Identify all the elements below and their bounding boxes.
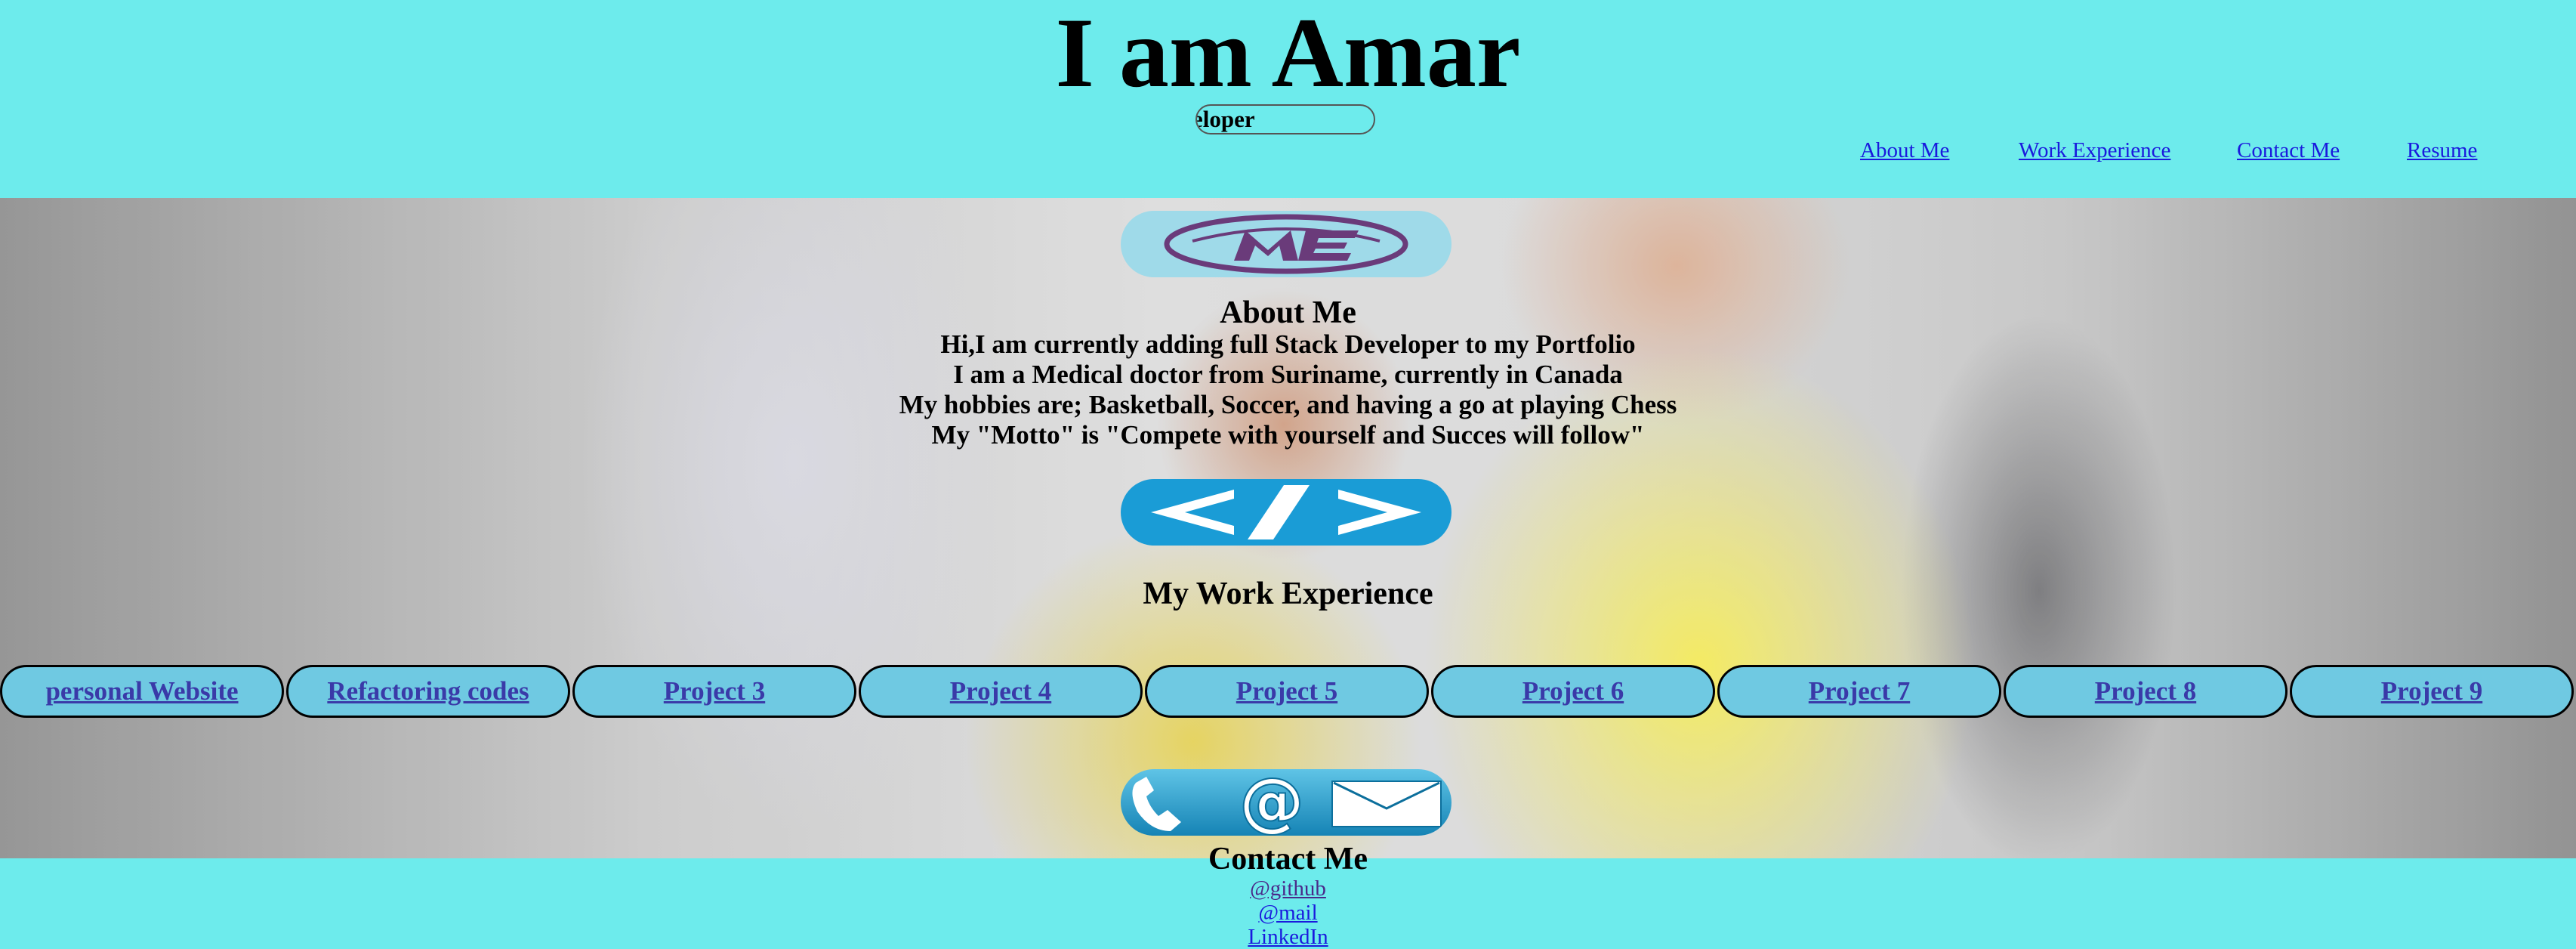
role-text: eloper [1195, 106, 1255, 132]
phone-at-mail-icon: @ [1121, 769, 1452, 836]
projects-row: personal Website Refactoring codes Proje… [0, 665, 2576, 718]
page-title: I am Amar [1055, 0, 1521, 108]
nav-link-contact-me[interactable]: Contact Me [2237, 138, 2340, 163]
code-brackets-icon [1121, 479, 1452, 546]
svg-text:@: @ [1239, 769, 1304, 836]
about-me-heading: About Me [1220, 295, 1356, 330]
project-link[interactable]: Project 4 [950, 676, 1051, 706]
about-line: Hi,I am currently adding full Stack Deve… [940, 329, 1636, 359]
project-button-refactoring-codes[interactable]: Refactoring codes [286, 665, 570, 718]
project-button-8[interactable]: Project 8 [2004, 665, 2288, 718]
mail-link[interactable]: @mail [0, 901, 2576, 925]
project-link[interactable]: Project 8 [2095, 676, 2196, 706]
page-header: I am Amar eloper About Me Work Experienc… [0, 0, 2576, 198]
about-me-text: Hi,I am currently adding full Stack Deve… [0, 329, 2576, 450]
project-link[interactable]: Project 9 [2381, 676, 2482, 706]
project-link[interactable]: Project 6 [1522, 676, 1624, 706]
project-button-9[interactable]: Project 9 [2290, 665, 2574, 718]
nav-link-resume[interactable]: Resume [2407, 138, 2477, 163]
project-link[interactable]: Project 5 [1236, 676, 1337, 706]
nav-bar: About Me Work Experience Contact Me Resu… [0, 138, 2576, 168]
project-link[interactable]: Project 3 [664, 676, 765, 706]
contact-me-heading: Contact Me [1208, 842, 1368, 876]
contact-links: @github @mail LinkedIn [0, 876, 2576, 949]
nav-link-work-experience[interactable]: Work Experience [2019, 138, 2170, 163]
me-logo-icon [1121, 211, 1452, 277]
work-experience-heading: My Work Experience [1143, 577, 1433, 611]
project-link[interactable]: Refactoring codes [327, 676, 529, 706]
project-button-4[interactable]: Project 4 [859, 665, 1143, 718]
project-button-6[interactable]: Project 6 [1431, 665, 1715, 718]
project-link[interactable]: personal Website [45, 676, 238, 706]
role-typewriter-box: eloper [1195, 104, 1375, 134]
project-link[interactable]: Project 7 [1809, 676, 1910, 706]
project-button-7[interactable]: Project 7 [1717, 665, 2001, 718]
nav-link-about-me[interactable]: About Me [1860, 138, 1949, 163]
about-line: My "Motto" is "Compete with yourself and… [931, 420, 1645, 450]
project-button-5[interactable]: Project 5 [1145, 665, 1429, 718]
project-button-personal-website[interactable]: personal Website [0, 665, 284, 718]
about-line: I am a Medical doctor from Suriname, cur… [953, 360, 1623, 389]
about-line: My hobbies are; Basketball, Soccer, and … [899, 390, 1677, 419]
github-link[interactable]: @github [0, 876, 2576, 901]
linkedin-link[interactable]: LinkedIn [0, 925, 2576, 949]
project-button-3[interactable]: Project 3 [572, 665, 856, 718]
